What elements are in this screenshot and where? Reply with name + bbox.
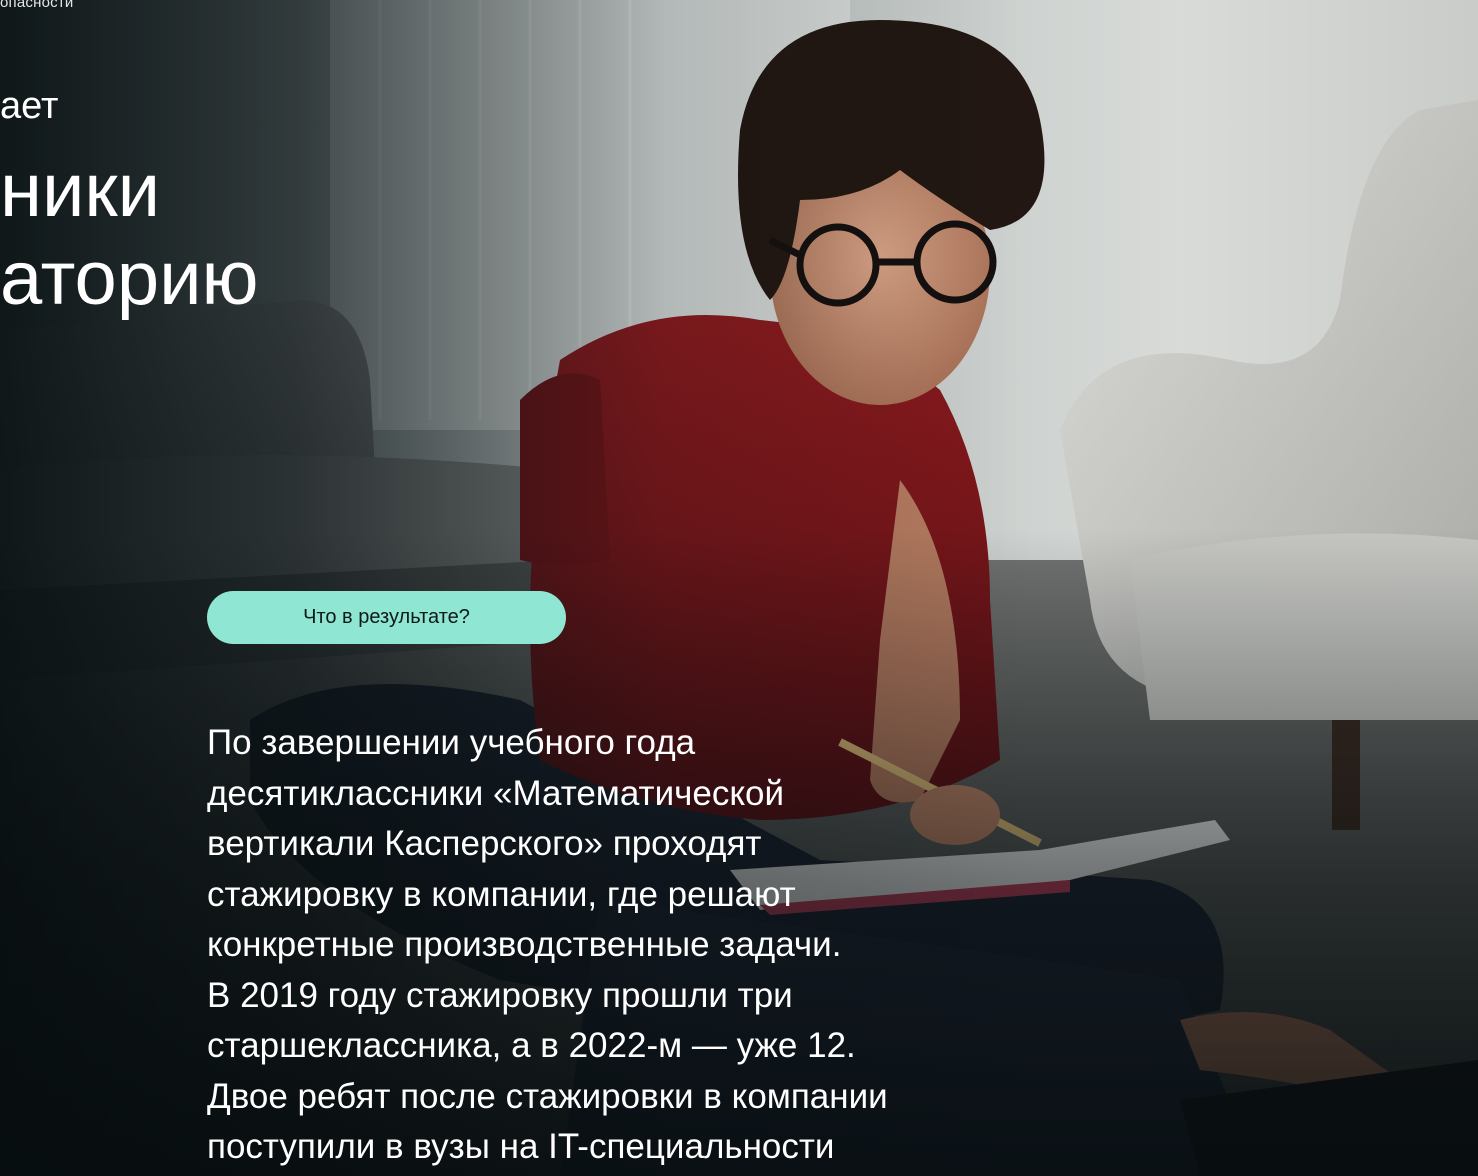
description-line: конкретные производственные задачи. <box>207 925 842 964</box>
description-line: старшеклассника, а в 2022-м — уже 12. <box>207 1026 856 1065</box>
description-line: стажировку в компании, где решают <box>207 874 796 914</box>
description-line: По завершении учебного года <box>207 723 696 762</box>
description-line: Двое ребят после стажировки в компании <box>207 1076 888 1116</box>
description-line: десятиклассники «Математической <box>207 773 785 813</box>
kicker-text: ает <box>0 85 59 127</box>
description-line: вертикали Касперского» проходят <box>207 824 762 863</box>
description-line: поступили в вузы на IT-специальности <box>207 1127 835 1166</box>
headline-line-2: аторию <box>0 236 259 321</box>
page: опасности ает ники аторию Что в результа… <box>0 0 1478 1176</box>
headline-line-1: ники <box>0 148 161 233</box>
description-paragraph: По завершении учебного года десятиклассн… <box>207 718 1087 1173</box>
result-button-label: Что в результате? <box>303 606 470 628</box>
result-button[interactable]: Что в результате? <box>207 591 566 644</box>
breadcrumb-fragment[interactable]: опасности <box>0 0 73 11</box>
description-line: В 2019 году стажировку прошли три <box>207 975 793 1015</box>
